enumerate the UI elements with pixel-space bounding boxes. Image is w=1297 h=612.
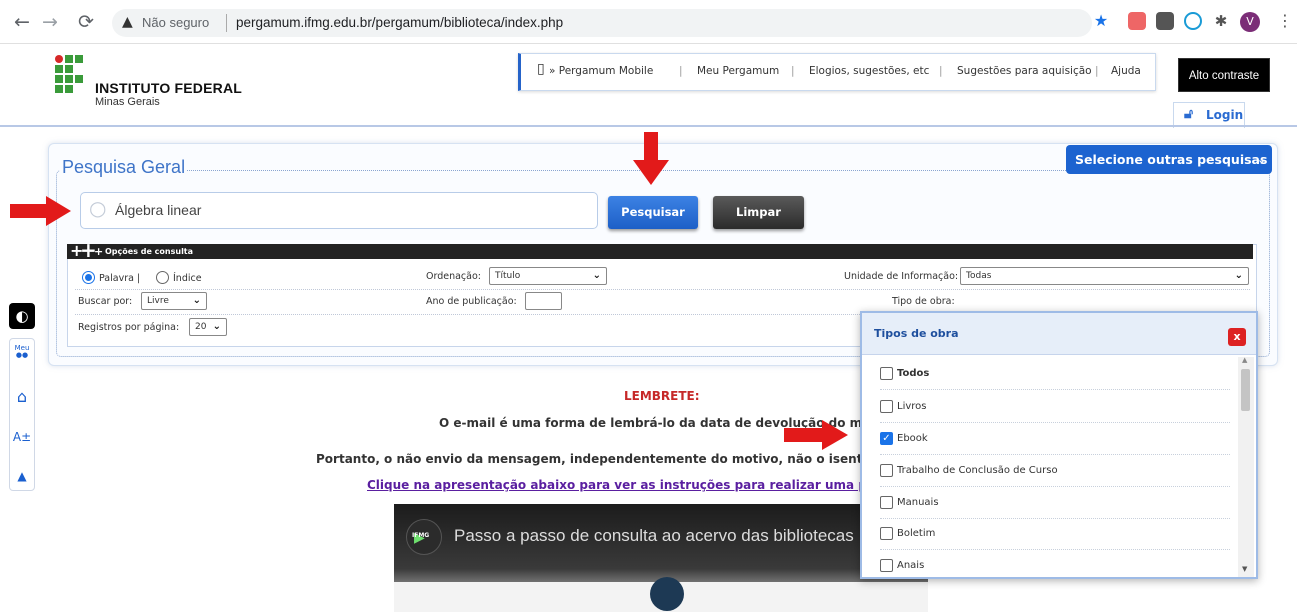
arrow-right-to-ebook	[784, 420, 848, 450]
arrow-down-to-search-button	[633, 132, 669, 185]
arrow-right-to-search-input	[10, 196, 71, 226]
annotation-arrows	[10, 132, 848, 450]
